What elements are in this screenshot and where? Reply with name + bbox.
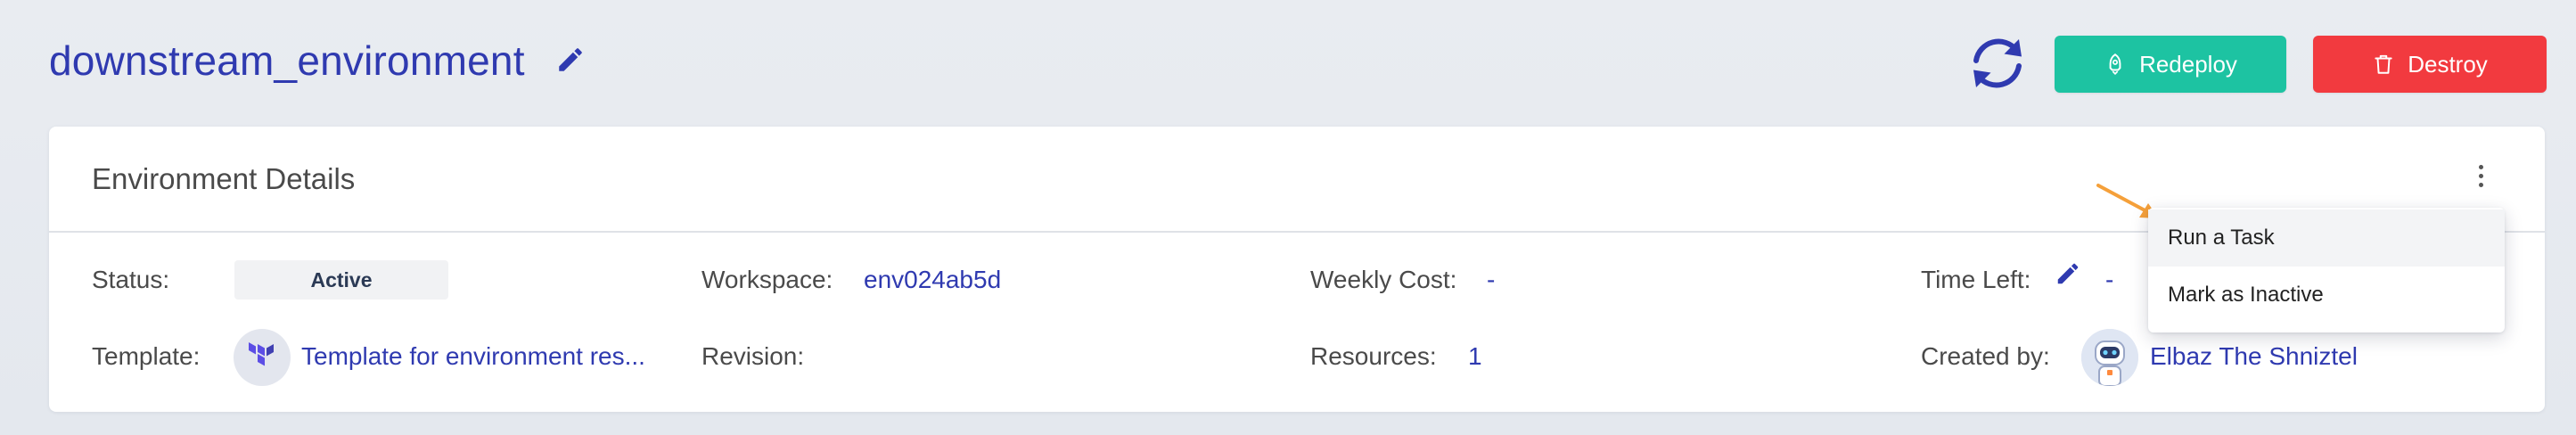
workspace-value: env024ab5d xyxy=(864,266,1002,293)
status-label: Status: xyxy=(92,266,170,293)
destroy-label: Destroy xyxy=(2408,50,2488,78)
terraform-logo-icon xyxy=(234,329,291,386)
pencil-icon[interactable] xyxy=(555,45,586,75)
redeploy-button[interactable]: Redeploy xyxy=(2055,36,2286,93)
menu-item-mark-inactive[interactable]: Mark as Inactive xyxy=(2148,267,2505,324)
robot-avatar-icon xyxy=(2081,329,2138,386)
weekly-cost-label: Weekly Cost: xyxy=(1310,266,1457,293)
page-header: downstream_environment Redeploy Destroy xyxy=(0,0,2576,125)
actions-dropdown-menu: Run a Task Mark as Inactive xyxy=(2148,208,2505,332)
created-by-link[interactable]: Elbaz The Shniztel xyxy=(2150,339,2358,374)
time-left-label: Time Left: xyxy=(1921,266,2031,293)
redeploy-label: Redeploy xyxy=(2139,50,2237,78)
created-by-label: Created by: xyxy=(1921,342,2050,370)
resources-value[interactable]: 1 xyxy=(1468,339,1482,374)
template-link[interactable]: Template for environment res... xyxy=(301,339,645,374)
card-title: Environment Details xyxy=(92,162,356,195)
trash-icon xyxy=(2375,54,2392,74)
status-badge: Active xyxy=(234,260,448,300)
revision-label: Revision: xyxy=(701,342,805,370)
workspace-label: Workspace: xyxy=(701,266,833,293)
menu-item-run-task[interactable]: Run a Task xyxy=(2148,209,2505,267)
template-label: Template: xyxy=(92,342,201,370)
kebab-menu-icon[interactable] xyxy=(2472,162,2490,198)
resources-label: Resources: xyxy=(1310,342,1437,370)
weekly-cost-value: - xyxy=(1487,266,1496,293)
rocket-icon xyxy=(2109,53,2121,76)
destroy-button[interactable]: Destroy xyxy=(2313,36,2547,93)
avatar xyxy=(2081,329,2138,386)
pencil-icon[interactable] xyxy=(2055,260,2081,287)
page-title: downstream_environment xyxy=(49,37,525,84)
time-left-value: - xyxy=(2105,266,2114,293)
refresh-icon[interactable] xyxy=(1965,31,2030,95)
